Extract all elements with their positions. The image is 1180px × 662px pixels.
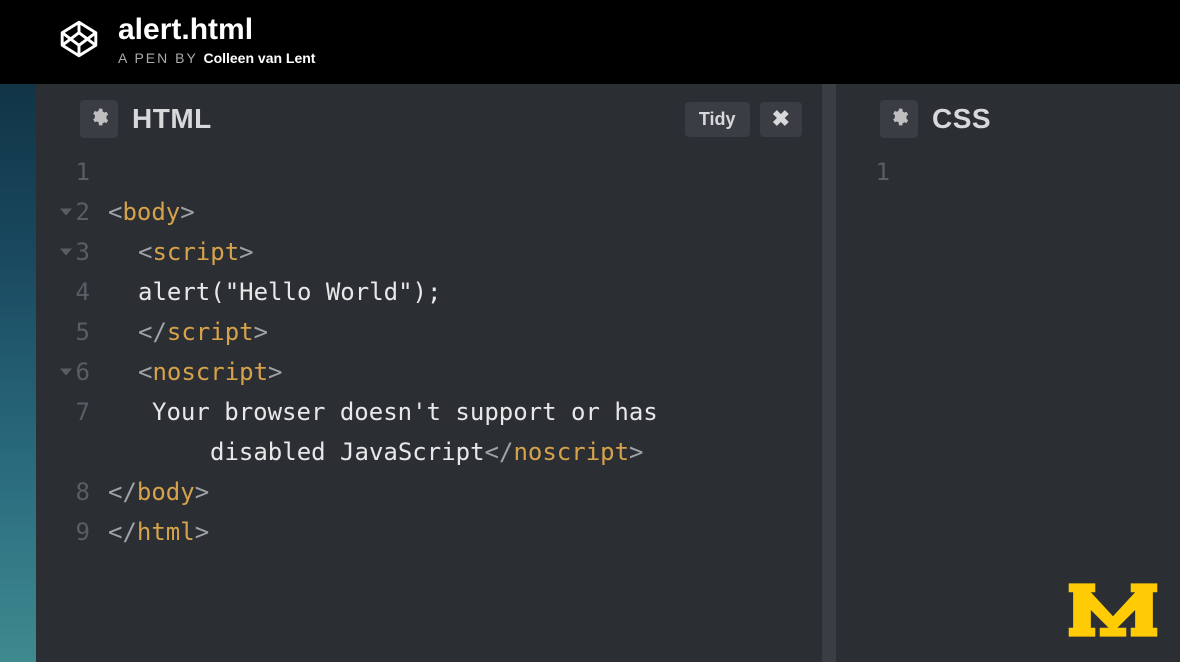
code-line[interactable]: 8</body> [36, 472, 822, 512]
code-line[interactable]: disabled JavaScript</noscript> [36, 432, 822, 472]
line-number: 8 [36, 472, 108, 512]
byline-prefix: A PEN BY [118, 50, 203, 66]
line-number: 1 [36, 152, 108, 192]
code-content[interactable]: disabled JavaScript</noscript> [108, 432, 822, 472]
line-number: 9 [36, 512, 108, 552]
code-content[interactable]: </body> [108, 472, 822, 512]
code-content[interactable]: Your browser doesn't support or has [108, 392, 822, 432]
pen-title: alert.html [118, 12, 315, 48]
code-content[interactable]: <body> [108, 192, 822, 232]
fold-arrow-icon[interactable] [60, 249, 72, 256]
close-html-button[interactable]: ✖ [760, 102, 802, 137]
codepen-icon [58, 18, 100, 60]
umich-logo [1068, 579, 1158, 646]
close-icon: ✖ [772, 108, 790, 130]
line-number: 5 [36, 312, 108, 352]
tidy-button[interactable]: Tidy [685, 102, 750, 137]
code-line[interactable]: 1 [836, 152, 1180, 192]
line-number: 3 [36, 232, 108, 272]
css-panel: CSS 1 [836, 84, 1180, 662]
fold-arrow-icon[interactable] [60, 369, 72, 376]
code-line[interactable]: 3<script> [36, 232, 822, 272]
gear-icon [889, 107, 909, 132]
css-panel-label: CSS [932, 103, 991, 135]
pen-author[interactable]: Colleen van Lent [203, 50, 315, 66]
desktop-background-sliver [0, 0, 36, 662]
html-panel-actions: Tidy ✖ [685, 102, 802, 137]
code-content[interactable]: <noscript> [108, 352, 822, 392]
html-panel: HTML Tidy ✖ 12<body>3<script>4alert("Hel… [36, 84, 836, 662]
pen-byline: A PEN BY Colleen van Lent [118, 50, 315, 66]
html-editor[interactable]: 12<body>3<script>4alert("Hello World");5… [36, 144, 822, 662]
code-content[interactable]: </script> [108, 312, 822, 352]
line-number: 7 [36, 392, 108, 432]
editor-panels: HTML Tidy ✖ 12<body>3<script>4alert("Hel… [36, 84, 1180, 662]
code-line[interactable]: 7Your browser doesn't support or has [36, 392, 822, 432]
code-line[interactable]: 6<noscript> [36, 352, 822, 392]
line-number: 4 [36, 272, 108, 312]
code-line[interactable]: 9</html> [36, 512, 822, 552]
code-line[interactable]: 5</script> [36, 312, 822, 352]
css-panel-header: CSS [836, 84, 1180, 144]
title-block: alert.html A PEN BY Colleen van Lent [118, 12, 315, 66]
gear-icon [89, 107, 109, 132]
line-number: 6 [36, 352, 108, 392]
css-settings-button[interactable] [880, 100, 918, 138]
html-panel-label: HTML [132, 103, 212, 135]
code-content[interactable]: <script> [108, 232, 822, 272]
html-settings-button[interactable] [80, 100, 118, 138]
code-content[interactable]: alert("Hello World"); [108, 272, 822, 312]
fold-arrow-icon[interactable] [60, 209, 72, 216]
html-panel-header: HTML Tidy ✖ [36, 84, 822, 144]
line-number: 1 [836, 152, 908, 192]
code-content[interactable]: </html> [108, 512, 822, 552]
code-line[interactable]: 4alert("Hello World"); [36, 272, 822, 312]
code-line[interactable]: 1 [36, 152, 822, 192]
topbar: alert.html A PEN BY Colleen van Lent [0, 0, 1180, 84]
code-line[interactable]: 2<body> [36, 192, 822, 232]
app-root: alert.html A PEN BY Colleen van Lent HTM… [0, 0, 1180, 662]
line-number: 2 [36, 192, 108, 232]
